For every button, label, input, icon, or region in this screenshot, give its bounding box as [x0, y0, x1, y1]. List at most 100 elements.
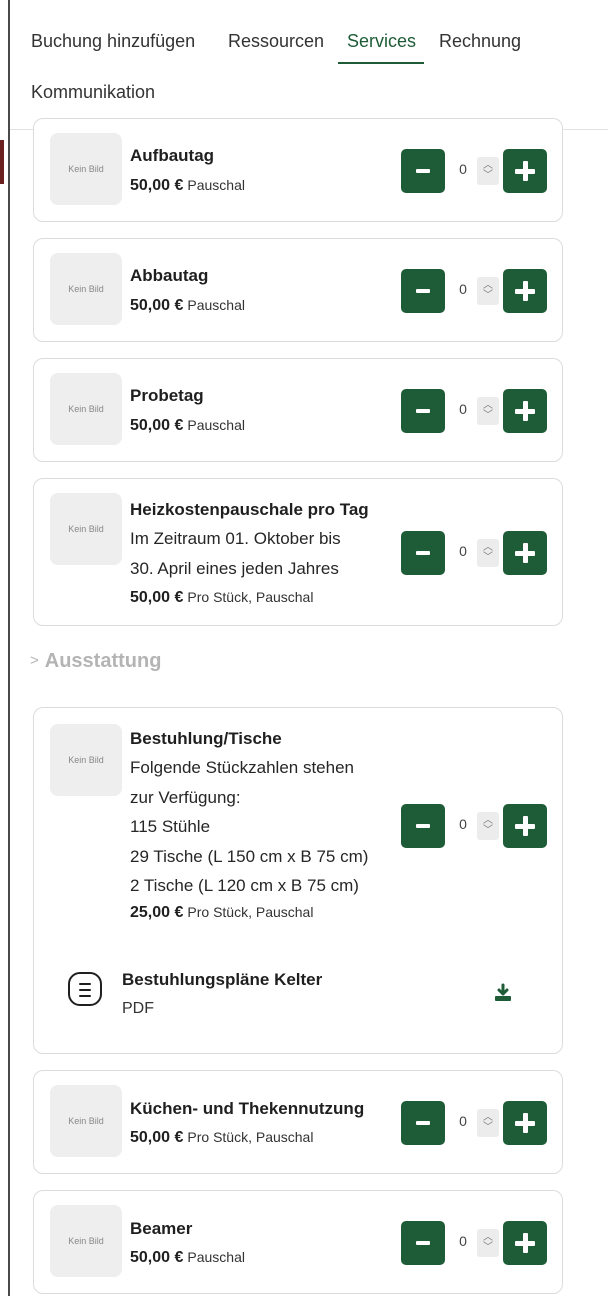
description-line: 29 Tische (L 150 cm x B 75 cm)	[130, 846, 369, 866]
minus-icon	[416, 1241, 430, 1245]
attachment-type: PDF	[122, 1000, 154, 1017]
tab-rechnung[interactable]: Rechnung	[439, 31, 521, 52]
increment-button[interactable]	[503, 804, 547, 848]
quantity-value[interactable]: 0	[451, 816, 475, 836]
image-placeholder: Kein Bild	[50, 1205, 122, 1277]
decrement-button[interactable]	[401, 269, 445, 313]
minus-icon	[416, 551, 430, 555]
decrement-button[interactable]	[401, 389, 445, 433]
minus-icon	[416, 289, 430, 293]
spinner-arrows[interactable]: ︿ ﹀	[477, 539, 499, 567]
increment-button[interactable]	[503, 531, 547, 575]
price-unit: Pro Stück, Pauschal	[187, 1129, 314, 1145]
section-header-ausstattung[interactable]: > Ausstattung	[30, 650, 161, 673]
chevron-down-icon: ﹀	[483, 825, 493, 836]
image-placeholder: Kein Bild	[50, 133, 122, 205]
tab-kommunikation[interactable]: Kommunikation	[31, 82, 155, 103]
decrement-button[interactable]	[401, 1101, 445, 1145]
active-tab-indicator	[338, 62, 424, 64]
spinner-arrows[interactable]: ︿ ﹀	[477, 1109, 499, 1137]
chevron-down-icon: ﹀	[483, 1242, 493, 1253]
decrement-button[interactable]	[401, 1221, 445, 1265]
description-line: Folgende Stückzahlen stehen	[130, 758, 354, 777]
tab-bar: Buchung hinzufügen Ressourcen Services R…	[10, 0, 608, 130]
service-price: 50,00 € Pro Stück, Pauschal	[130, 589, 313, 607]
tab-services[interactable]: Services	[347, 31, 416, 52]
tab-buchung-hinzufuegen[interactable]: Buchung hinzufügen	[31, 31, 195, 52]
quantity-value[interactable]: 0	[451, 161, 475, 181]
price-amount: 50,00 €	[130, 297, 184, 314]
equipment-description: Folgende Stückzahlen stehen zur Verfügun…	[130, 753, 368, 901]
chevron-down-icon: ﹀	[483, 1122, 493, 1133]
spinner-arrows[interactable]: ︿ ﹀	[477, 1229, 499, 1257]
service-title: Heizkostenpauschale pro Tag	[130, 500, 369, 519]
image-placeholder: Kein Bild	[50, 253, 122, 325]
attachment-name[interactable]: Bestuhlungspläne Kelter	[122, 970, 322, 990]
price-unit: Pauschal	[187, 177, 245, 193]
quantity-stepper: 0 ︿ ﹀	[401, 389, 547, 433]
quantity-stepper: 0 ︿ ﹀	[401, 1221, 547, 1265]
price-unit: Pauschal	[187, 297, 245, 313]
increment-button[interactable]	[503, 1101, 547, 1145]
chevron-down-icon: ﹀	[483, 410, 493, 421]
description-line: 115 Stühle	[130, 817, 211, 836]
equipment-price: 25,00 € Pro Stück, Pauschal	[130, 904, 313, 922]
decrement-button[interactable]	[401, 804, 445, 848]
quantity-value[interactable]: 0	[451, 401, 475, 421]
price-unit: Pro Stück, Pauschal	[187, 904, 314, 920]
service-card-heizkostenpauschale: Kein Bild Heizkostenpauschale pro Tag Im…	[33, 478, 563, 626]
price-amount: 50,00 €	[130, 1129, 184, 1146]
service-description: Im Zeitraum 01. Oktober bis 30. April ei…	[130, 524, 341, 583]
service-card-abbautag: Kein Bild Abbautag 50,00 € Pauschal 0 ︿ ﹀	[33, 238, 563, 342]
decrement-button[interactable]	[401, 149, 445, 193]
equipment-title: Beamer	[130, 1219, 193, 1238]
quantity-stepper: 0 ︿ ﹀	[401, 531, 547, 575]
price-amount: 25,00 €	[130, 904, 184, 921]
download-icon[interactable]	[492, 982, 514, 1004]
service-card-aufbautag: Kein Bild Aufbautag 50,00 € Pauschal 0 ︿ ﹀	[33, 118, 563, 222]
minus-icon	[416, 824, 430, 828]
quantity-value[interactable]: 0	[451, 281, 475, 301]
increment-button[interactable]	[503, 389, 547, 433]
quantity-value[interactable]: 0	[451, 1113, 475, 1133]
equipment-card-beamer: Kein Bild Beamer 50,00 € Pauschal 0 ︿ ﹀	[33, 1190, 563, 1294]
price-amount: 50,00 €	[130, 1249, 184, 1266]
spinner-arrows[interactable]: ︿ ﹀	[477, 397, 499, 425]
equipment-price: 50,00 € Pauschal	[130, 1249, 245, 1267]
image-placeholder: Kein Bild	[50, 724, 122, 796]
decrement-button[interactable]	[401, 531, 445, 575]
service-price: 50,00 € Pauschal	[130, 417, 245, 435]
quantity-value[interactable]: 0	[451, 543, 475, 563]
service-price: 50,00 € Pauschal	[130, 177, 245, 195]
increment-button[interactable]	[503, 269, 547, 313]
equipment-title: Bestuhlung/Tische	[130, 729, 282, 748]
spinner-arrows[interactable]: ︿ ﹀	[477, 277, 499, 305]
price-unit: Pro Stück, Pauschal	[187, 589, 314, 605]
minus-icon	[416, 409, 430, 413]
quantity-value[interactable]: 0	[451, 1233, 475, 1253]
service-title: Abbautag	[130, 266, 209, 285]
description-line: zur Verfügung:	[130, 787, 241, 807]
price-unit: Pauschal	[187, 417, 245, 433]
quantity-stepper: 0 ︿ ﹀	[401, 269, 547, 313]
minus-icon	[416, 1121, 430, 1125]
description-line: 2 Tische (L 120 cm x B 75 cm)	[130, 876, 359, 895]
image-placeholder: Kein Bild	[50, 1085, 122, 1157]
service-title: Aufbautag	[130, 146, 215, 165]
increment-button[interactable]	[503, 149, 547, 193]
tab-ressourcen[interactable]: Ressourcen	[228, 31, 324, 52]
section-label: Ausstattung	[44, 650, 162, 672]
left-border-accent	[0, 140, 4, 184]
quantity-stepper: 0 ︿ ﹀	[401, 149, 547, 193]
description-line: 30. April eines jeden Jahres	[130, 558, 339, 578]
service-title: Probetag	[130, 386, 204, 405]
price-unit: Pauschal	[187, 1249, 245, 1265]
spinner-arrows[interactable]: ︿ ﹀	[477, 812, 499, 840]
equipment-card-bestuhlung: Kein Bild Bestuhlung/Tische Folgende Stü…	[33, 707, 563, 1054]
increment-button[interactable]	[503, 1221, 547, 1265]
spinner-arrows[interactable]: ︿ ﹀	[477, 157, 499, 185]
description-line: Im Zeitraum 01. Oktober bis	[130, 529, 341, 548]
equipment-price: 50,00 € Pro Stück, Pauschal	[130, 1129, 313, 1147]
service-card-probetag: Kein Bild Probetag 50,00 € Pauschal 0 ︿ ﹀	[33, 358, 563, 462]
price-amount: 50,00 €	[130, 417, 184, 434]
